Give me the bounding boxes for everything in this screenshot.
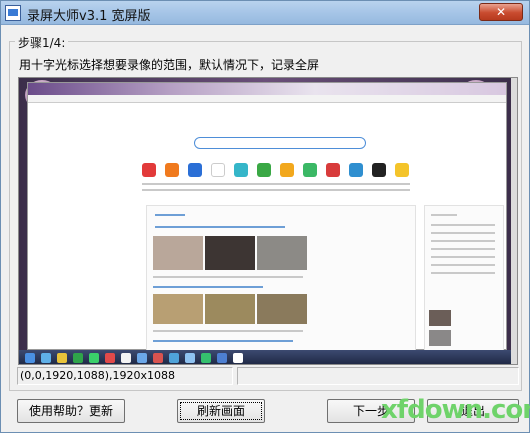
preview-sidebar-text bbox=[431, 248, 495, 250]
preview-taskbar-item bbox=[25, 353, 35, 363]
preview-news-headline bbox=[153, 286, 263, 288]
preview-shortcut-icon bbox=[211, 163, 225, 177]
preview-shortcut-icon bbox=[349, 163, 363, 177]
preview-shortcut-icon bbox=[234, 163, 248, 177]
preview-shortcut-icons bbox=[142, 163, 422, 203]
preview-browser-address-bar bbox=[28, 95, 506, 103]
preview-sidebar-text bbox=[431, 272, 495, 274]
preview-news-photo bbox=[257, 294, 307, 324]
instruction-text: 用十字光标选择想要录像的范围，默认情况下，记录全屏 bbox=[19, 58, 320, 72]
preview-news-photo bbox=[257, 236, 307, 270]
preview-taskbar-item bbox=[169, 353, 179, 363]
preview-news-photo bbox=[205, 236, 255, 270]
preview-scrollbar[interactable] bbox=[511, 78, 517, 364]
main-window: 录屏大师v3.1 宽屏版 ✕ 步骤1/4: 用十字光标选择想要录像的范围，默认情… bbox=[0, 0, 530, 433]
preview-sidebar-photo bbox=[429, 330, 451, 346]
preview-taskbar-item bbox=[217, 353, 227, 363]
preview-shortcut-icon bbox=[395, 163, 409, 177]
preview-shortcut-icon bbox=[303, 163, 317, 177]
preview-browser-tabs bbox=[28, 83, 506, 95]
preview-taskbar-item bbox=[105, 353, 115, 363]
preview-taskbar-item bbox=[201, 353, 211, 363]
preview-shortcut-icon bbox=[372, 163, 386, 177]
window-title: 录屏大师v3.1 宽屏版 bbox=[27, 9, 151, 24]
preview-news-text bbox=[153, 276, 303, 278]
xfdown-watermark: xfdown.com bbox=[381, 395, 530, 425]
app-icon bbox=[5, 5, 21, 21]
preview-news-text bbox=[153, 330, 303, 332]
close-button[interactable]: ✕ bbox=[479, 3, 523, 21]
preview-news-card bbox=[146, 205, 416, 351]
preview-sidebar-photo bbox=[429, 310, 451, 326]
preview-sidebar bbox=[424, 205, 504, 351]
preview-shortcut-icon bbox=[280, 163, 294, 177]
preview-taskbar-item bbox=[185, 353, 195, 363]
preview-search-box bbox=[194, 137, 366, 149]
help-update-button[interactable]: 使用帮助？更新 bbox=[17, 399, 125, 423]
preview-news-photo bbox=[153, 294, 203, 324]
preview-shortcut-labels bbox=[142, 183, 410, 185]
preview-taskbar-item bbox=[57, 353, 67, 363]
preview-taskbar-item bbox=[153, 353, 163, 363]
preview-sidebar-text bbox=[431, 256, 495, 258]
preview-shortcut-icon bbox=[142, 163, 156, 177]
preview-shortcut-labels bbox=[142, 189, 410, 191]
preview-taskbar-item bbox=[137, 353, 147, 363]
title-bar[interactable]: 录屏大师v3.1 宽屏版 ✕ bbox=[1, 1, 529, 25]
preview-browser-window bbox=[27, 82, 507, 351]
preview-news-photo bbox=[153, 236, 203, 270]
preview-news-headline bbox=[155, 226, 285, 228]
preview-sidebar-text bbox=[431, 232, 495, 234]
preview-taskbar-item bbox=[89, 353, 99, 363]
preview-shortcut-icon bbox=[326, 163, 340, 177]
secondary-status bbox=[237, 367, 519, 385]
preview-shortcut-icon bbox=[165, 163, 179, 177]
preview-sidebar-text bbox=[431, 214, 457, 216]
step-group-title: 步骤1/4: bbox=[15, 34, 69, 51]
region-status: (0,0,1920,1088),1920x1088 bbox=[17, 367, 233, 385]
preview-taskbar-item bbox=[41, 353, 51, 363]
preview-sidebar-text bbox=[431, 224, 495, 226]
refresh-screen-button[interactable]: 刷新画面 bbox=[177, 399, 265, 423]
preview-taskbar-item bbox=[73, 353, 83, 363]
preview-news-headline bbox=[153, 340, 293, 342]
screen-preview[interactable] bbox=[18, 77, 518, 365]
preview-news-photo bbox=[205, 294, 255, 324]
preview-news-headline bbox=[155, 214, 185, 216]
preview-shortcut-icon bbox=[188, 163, 202, 177]
preview-sidebar-text bbox=[431, 240, 495, 242]
preview-taskbar-item bbox=[121, 353, 131, 363]
preview-shortcut-icon bbox=[257, 163, 271, 177]
preview-taskbar-item bbox=[233, 353, 243, 363]
preview-sidebar-text bbox=[431, 264, 495, 266]
preview-taskbar bbox=[19, 350, 513, 364]
